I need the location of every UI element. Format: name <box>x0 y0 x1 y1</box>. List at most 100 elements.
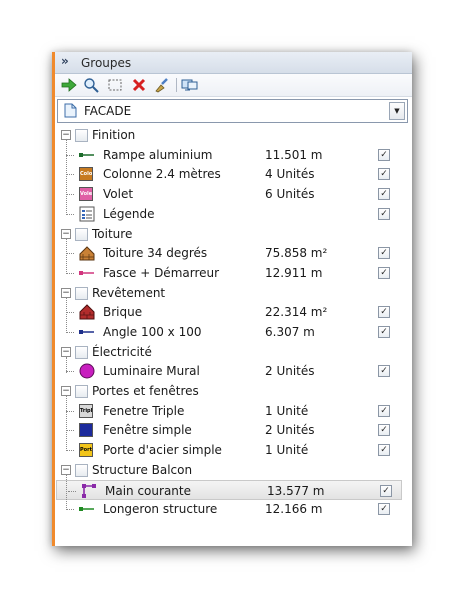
visibility-checkbox[interactable]: ✓ <box>378 444 390 456</box>
tree-connector <box>66 273 74 274</box>
arrow-right-icon[interactable] <box>61 77 78 93</box>
item-quantity: 1 Unité <box>265 404 309 418</box>
tree-item-porte-d-acier-simple[interactable]: Porte Porte d'acier simple 1 Unité ✓ <box>55 440 412 460</box>
tree-connector <box>66 194 74 195</box>
tree-connector <box>66 332 74 333</box>
door-icon: Porte <box>79 442 95 458</box>
visibility-checkbox[interactable]: ✓ <box>378 306 390 318</box>
collapse-toggle-icon[interactable]: − <box>61 347 71 357</box>
tree-item-fenetre-triple[interactable]: Triple Fenetre Triple 1 Unité ✓ <box>55 401 412 421</box>
group-checkbox[interactable] <box>75 228 88 241</box>
column-icon: Colo <box>79 166 95 182</box>
group-row-structure-balcon[interactable]: − Structure Balcon <box>55 460 412 480</box>
toolbar <box>55 74 412 97</box>
panel-title: Groupes <box>81 56 132 70</box>
groups-panel: » Groupes FACADE ▼ − Finition Rampe alumin… <box>52 52 412 546</box>
icon-label: Triple <box>79 404 93 418</box>
group-label: Électricité <box>92 345 152 359</box>
collapse-chevron-icon[interactable]: » <box>61 54 69 68</box>
handrail-icon <box>81 483 97 499</box>
railing-line-icon <box>79 147 95 163</box>
visibility-checkbox[interactable]: ✓ <box>378 168 390 180</box>
tree-connector <box>66 509 74 510</box>
group-row-electricite[interactable]: − Électricité <box>55 342 412 362</box>
visibility-checkbox[interactable]: ✓ <box>378 405 390 417</box>
tree-item-rampe-aluminium[interactable]: Rampe aluminium 11.501 m ✓ <box>55 145 412 165</box>
legend-icon <box>79 206 95 222</box>
icon-label: Volet <box>79 187 93 201</box>
visibility-checkbox[interactable]: ✓ <box>378 424 390 436</box>
shutter-icon: Volet <box>79 186 95 202</box>
item-label: Toiture 34 degrés <box>103 246 208 260</box>
visibility-checkbox[interactable]: ✓ <box>378 326 390 338</box>
item-label: Colonne 2.4 mètres <box>103 167 221 181</box>
group-row-revetement[interactable]: − Revêtement <box>55 283 412 303</box>
tree-item-legende[interactable]: Légende ✓ <box>55 204 412 224</box>
tree-item-brique[interactable]: Brique 22.314 m² ✓ <box>55 302 412 322</box>
select-box-icon[interactable] <box>107 77 124 93</box>
brush-icon[interactable] <box>153 77 170 93</box>
group-checkbox[interactable] <box>75 385 88 398</box>
group-row-finition[interactable]: − Finition <box>55 125 412 145</box>
group-checkbox[interactable] <box>75 464 88 477</box>
visibility-checkbox[interactable]: ✓ <box>378 188 390 200</box>
item-label: Volet <box>103 187 134 201</box>
item-quantity: 6.307 m <box>265 325 315 339</box>
group-label: Finition <box>92 128 136 142</box>
tree-connector <box>66 450 74 451</box>
item-quantity: 13.577 m <box>267 484 325 498</box>
visibility-checkbox[interactable]: ✓ <box>378 208 390 220</box>
tree-branch-line <box>66 140 67 215</box>
tree-item-luminaire-mural[interactable]: Luminaire Mural 2 Unités ✓ <box>55 361 412 381</box>
visibility-checkbox[interactable]: ✓ <box>378 365 390 377</box>
dropdown-arrow-icon[interactable]: ▼ <box>389 102 405 120</box>
window-icon <box>79 422 95 438</box>
tree-item-longeron-structure[interactable]: Longeron structure 12.166 m ✓ <box>55 499 412 519</box>
collapse-toggle-icon[interactable]: − <box>61 288 71 298</box>
delete-icon[interactable] <box>131 77 148 93</box>
item-quantity: 22.314 m² <box>265 305 328 319</box>
tree-item-volet[interactable]: Volet Volet 6 Unités ✓ <box>55 184 412 204</box>
visibility-checkbox[interactable]: ✓ <box>380 485 392 497</box>
item-label: Angle 100 x 100 <box>103 325 202 339</box>
tree-item-toiture-34-degres[interactable]: Toiture 34 degrés 75.858 m² ✓ <box>55 243 412 263</box>
tree-item-fenetre-simple[interactable]: Fenêtre simple 2 Unités ✓ <box>55 420 412 440</box>
tree-item-main-courante[interactable]: Main courante 13.577 m ✓ <box>56 480 402 500</box>
screen-icon[interactable] <box>181 77 198 93</box>
item-label: Rampe aluminium <box>103 148 213 162</box>
visibility-checkbox[interactable]: ✓ <box>378 503 390 515</box>
group-selector[interactable]: FACADE ▼ <box>57 99 408 123</box>
group-selector-value: FACADE <box>84 104 132 118</box>
group-label: Toiture <box>92 227 133 241</box>
group-checkbox[interactable] <box>75 287 88 300</box>
visibility-checkbox[interactable]: ✓ <box>378 267 390 279</box>
group-label: Revêtement <box>92 286 166 300</box>
tree-item-angle-100-x-100[interactable]: Angle 100 x 100 6.307 m ✓ <box>55 322 412 342</box>
group-label: Structure Balcon <box>92 463 193 477</box>
tree-item-colonne-2-4-metres[interactable]: Colo Colonne 2.4 mètres 4 Unités ✓ <box>55 164 412 184</box>
collapse-toggle-icon[interactable]: − <box>61 130 71 140</box>
brick-icon <box>79 304 95 320</box>
collapse-toggle-icon[interactable]: − <box>61 229 71 239</box>
triple-window-icon: Triple <box>79 403 95 419</box>
tree-connector <box>66 155 74 156</box>
item-quantity: 1 Unité <box>265 443 309 457</box>
light-fixture-icon <box>79 363 95 379</box>
group-row-portes-et-fenetres[interactable]: − Portes et fenêtres <box>55 381 412 401</box>
item-label: Fenêtre simple <box>103 423 192 437</box>
item-quantity: 75.858 m² <box>265 246 328 260</box>
toolbar-separator <box>176 78 177 92</box>
visibility-checkbox[interactable]: ✓ <box>378 247 390 259</box>
group-checkbox[interactable] <box>75 346 88 359</box>
collapse-toggle-icon[interactable]: − <box>61 465 71 475</box>
item-quantity: 2 Unités <box>265 364 315 378</box>
item-label: Légende <box>103 207 155 221</box>
search-icon[interactable] <box>83 77 100 93</box>
group-checkbox[interactable] <box>75 129 88 142</box>
group-row-toiture[interactable]: − Toiture <box>55 224 412 244</box>
collapse-toggle-icon[interactable]: − <box>61 386 71 396</box>
tree-item-fasce-demarreur[interactable]: Fasce + Démarreur 12.911 m ✓ <box>55 263 412 283</box>
angle-line-icon <box>79 324 95 340</box>
visibility-checkbox[interactable]: ✓ <box>378 149 390 161</box>
icon-label: Colo <box>79 167 93 181</box>
